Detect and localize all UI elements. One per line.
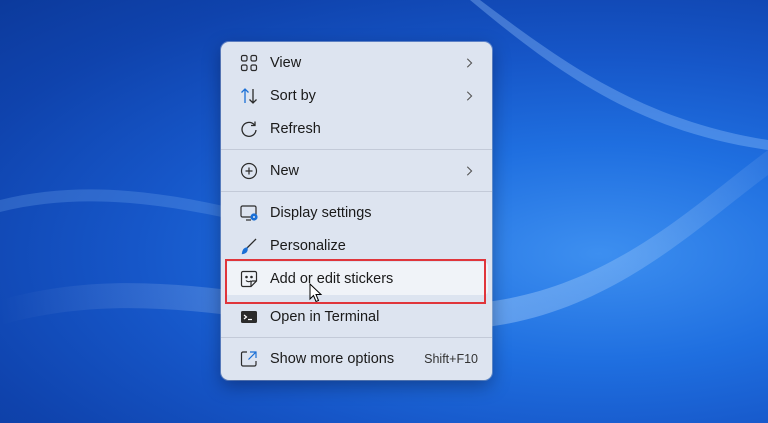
keyboard-shortcut: Shift+F10 — [424, 352, 478, 366]
display-settings-icon — [239, 203, 259, 223]
menu-item-label: Sort by — [270, 88, 462, 104]
refresh-icon — [239, 119, 259, 139]
chevron-right-icon — [462, 89, 476, 103]
menu-item-label: Show more options — [270, 351, 424, 367]
plus-circle-icon — [239, 161, 259, 181]
chevron-right-icon — [462, 56, 476, 70]
menu-item-personalize[interactable]: Personalize — [225, 229, 488, 262]
menu-item-label: Refresh — [270, 121, 488, 137]
menu-item-label: Add or edit stickers — [270, 271, 488, 287]
menu-item-label: Display settings — [270, 205, 488, 221]
menu-item-open-in-terminal[interactable]: Open in Terminal — [225, 300, 488, 333]
menu-item-show-more-options[interactable]: Show more options Shift+F10 — [225, 342, 488, 375]
desktop-context-menu: View Sort by Refresh — [221, 42, 492, 380]
menu-item-label: Personalize — [270, 238, 488, 254]
menu-item-label: Open in Terminal — [270, 309, 488, 325]
sticker-icon — [239, 269, 259, 289]
mouse-pointer-icon — [309, 283, 323, 303]
terminal-icon — [239, 307, 259, 327]
share-open-icon — [239, 349, 259, 369]
menu-separator — [221, 337, 492, 338]
menu-item-refresh[interactable]: Refresh — [225, 112, 488, 145]
brush-icon — [239, 236, 259, 256]
chevron-right-icon — [462, 164, 476, 178]
grid-icon — [239, 53, 259, 73]
menu-item-add-or-edit-stickers[interactable]: Add or edit stickers — [225, 262, 488, 295]
menu-separator — [221, 297, 492, 298]
menu-separator — [221, 191, 492, 192]
sort-arrows-icon — [239, 86, 259, 106]
menu-separator — [221, 149, 492, 150]
menu-item-view[interactable]: View — [225, 46, 488, 79]
menu-item-sort-by[interactable]: Sort by — [225, 79, 488, 112]
menu-item-label: View — [270, 55, 462, 71]
menu-item-display-settings[interactable]: Display settings — [225, 196, 488, 229]
menu-item-new[interactable]: New — [225, 154, 488, 187]
menu-item-label: New — [270, 163, 462, 179]
